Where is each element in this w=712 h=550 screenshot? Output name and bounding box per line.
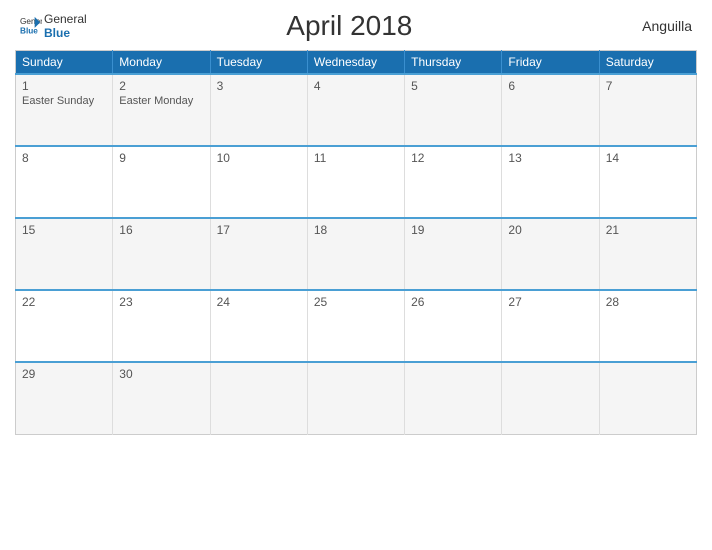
calendar-cell: 21	[599, 218, 696, 290]
day-number: 4	[314, 79, 398, 93]
calendar-cell: 8	[16, 146, 113, 218]
calendar-cell: 6	[502, 74, 599, 146]
day-number: 25	[314, 295, 398, 309]
logo: General Blue General Blue	[20, 12, 87, 41]
day-number: 13	[508, 151, 592, 165]
weekday-header-friday: Friday	[502, 51, 599, 75]
calendar-cell: 10	[210, 146, 307, 218]
day-number: 19	[411, 223, 495, 237]
holiday-name: Easter Monday	[119, 95, 203, 107]
calendar-cell: 7	[599, 74, 696, 146]
calendar-cell	[502, 362, 599, 434]
day-number: 12	[411, 151, 495, 165]
calendar-cell: 14	[599, 146, 696, 218]
day-number: 28	[606, 295, 690, 309]
calendar-cell: 18	[307, 218, 404, 290]
week-row-2: 89 10 11 12 13 14	[16, 146, 697, 218]
day-number: 21	[606, 223, 690, 237]
calendar-container: General Blue General Blue April 2018 Ang…	[0, 0, 712, 550]
weekday-header-wednesday: Wednesday	[307, 51, 404, 75]
calendar-table: SundayMondayTuesdayWednesdayThursdayFrid…	[15, 50, 697, 435]
calendar-cell: 25	[307, 290, 404, 362]
day-number: 26	[411, 295, 495, 309]
week-row-1: 1 Easter Sunday 2 Easter Monday 34567	[16, 74, 697, 146]
day-number: 1	[22, 79, 106, 93]
calendar-cell	[405, 362, 502, 434]
calendar-cell: 11	[307, 146, 404, 218]
weekday-header-sunday: Sunday	[16, 51, 113, 75]
calendar-cell: 30	[113, 362, 210, 434]
calendar-cell: 12	[405, 146, 502, 218]
calendar-cell: 19	[405, 218, 502, 290]
day-number: 14	[606, 151, 690, 165]
day-number: 7	[606, 79, 690, 93]
calendar-cell: 27	[502, 290, 599, 362]
day-number: 9	[119, 151, 203, 165]
country-name: Anguilla	[612, 18, 692, 34]
logo-icon: General Blue	[20, 15, 42, 37]
day-number: 27	[508, 295, 592, 309]
day-number: 10	[217, 151, 301, 165]
weekday-header-thursday: Thursday	[405, 51, 502, 75]
calendar-cell: 5	[405, 74, 502, 146]
month-title: April 2018	[87, 10, 612, 42]
calendar-header: General Blue General Blue April 2018 Ang…	[15, 10, 697, 42]
day-number: 24	[217, 295, 301, 309]
day-number: 15	[22, 223, 106, 237]
day-number: 18	[314, 223, 398, 237]
day-number: 11	[314, 151, 398, 165]
weekday-header-tuesday: Tuesday	[210, 51, 307, 75]
calendar-cell: 4	[307, 74, 404, 146]
day-number: 17	[217, 223, 301, 237]
calendar-cell: 26	[405, 290, 502, 362]
calendar-cell: 24	[210, 290, 307, 362]
calendar-cell: 9	[113, 146, 210, 218]
day-number: 30	[119, 367, 203, 381]
calendar-cell: 28	[599, 290, 696, 362]
holiday-name: Easter Sunday	[22, 95, 106, 107]
calendar-cell	[307, 362, 404, 434]
day-number: 20	[508, 223, 592, 237]
calendar-cell: 17	[210, 218, 307, 290]
day-number: 29	[22, 367, 106, 381]
calendar-cell	[599, 362, 696, 434]
calendar-cell	[210, 362, 307, 434]
logo-line2: Blue	[44, 26, 87, 40]
day-number: 8	[22, 151, 106, 165]
weekday-header-row: SundayMondayTuesdayWednesdayThursdayFrid…	[16, 51, 697, 75]
logo-line1: General	[44, 12, 87, 26]
calendar-cell: 22	[16, 290, 113, 362]
calendar-cell: 29	[16, 362, 113, 434]
day-number: 16	[119, 223, 203, 237]
week-row-5: 29 30	[16, 362, 697, 434]
calendar-cell: 13	[502, 146, 599, 218]
calendar-cell: 15	[16, 218, 113, 290]
day-number: 3	[217, 79, 301, 93]
calendar-cell: 3	[210, 74, 307, 146]
calendar-cell: 1 Easter Sunday	[16, 74, 113, 146]
calendar-cell: 2 Easter Monday	[113, 74, 210, 146]
week-row-3: 15 16 17 18 19 20 21	[16, 218, 697, 290]
week-row-4: 22 23 24 25 26 27 28	[16, 290, 697, 362]
calendar-cell: 16	[113, 218, 210, 290]
calendar-cell: 20	[502, 218, 599, 290]
day-number: 6	[508, 79, 592, 93]
svg-text:Blue: Blue	[20, 26, 38, 35]
weekday-header-monday: Monday	[113, 51, 210, 75]
calendar-cell: 23	[113, 290, 210, 362]
weekday-header-saturday: Saturday	[599, 51, 696, 75]
day-number: 22	[22, 295, 106, 309]
day-number: 5	[411, 79, 495, 93]
day-number: 23	[119, 295, 203, 309]
day-number: 2	[119, 79, 203, 93]
